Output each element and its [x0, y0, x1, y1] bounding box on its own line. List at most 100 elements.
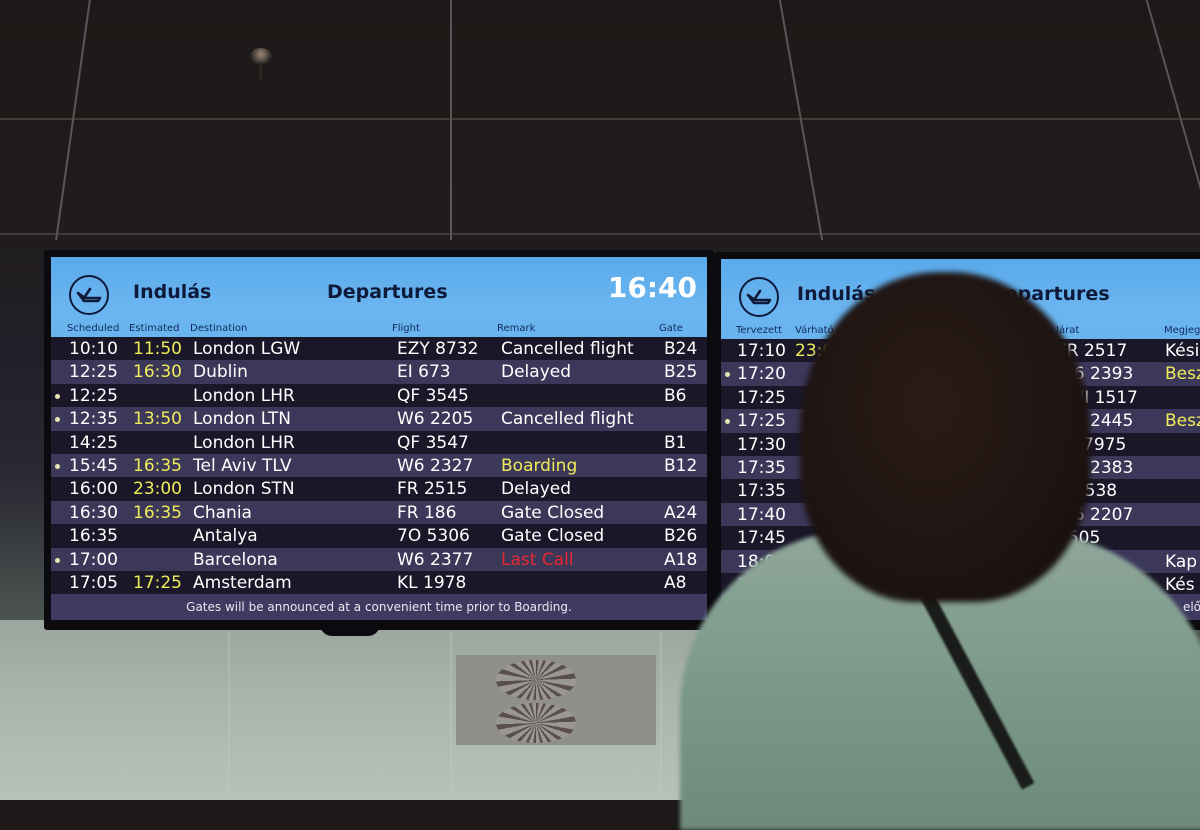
gate: B24 — [664, 339, 698, 359]
flight-number: W6 2377 — [397, 549, 474, 570]
col-estimated: Estimated — [129, 323, 180, 334]
destination: Chania — [193, 502, 252, 523]
scheduled-time: 12:25 — [69, 362, 118, 383]
remark: Kési — [1165, 341, 1200, 361]
air-vent — [456, 655, 656, 745]
ceiling-seam — [1145, 0, 1200, 240]
board-footer-notice: Gates will be announced at a convenient … — [51, 594, 707, 620]
status-dot-icon — [725, 372, 730, 378]
destination: Barcelona — [193, 549, 278, 570]
ceiling-seam — [450, 0, 452, 240]
estimated-time: 11:50 — [133, 339, 182, 359]
status-dot-icon — [55, 557, 60, 563]
gate: A24 — [664, 502, 698, 523]
flight-row: 15:45 16:35 Tel Aviv TLV W6 2327 Boarding B12 — [51, 453, 707, 478]
col-remark: Megjeg — [1164, 325, 1200, 336]
scheduled-time: 16:00 — [69, 479, 118, 500]
remark: Delayed — [501, 362, 572, 383]
departing-plane-icon — [739, 277, 779, 317]
destination: London LHR — [193, 432, 295, 453]
estimated-time: 16:30 — [133, 362, 182, 383]
flight-row: 16:35 Antalya 7O 5306 Gate Closed B26 — [51, 524, 707, 548]
scheduled-time: 10:10 — [69, 339, 118, 359]
destination: Dublin — [193, 362, 248, 383]
flight-row: 10:10 11:50 London LGW EZY 8732 Cancelled fl… — [51, 337, 707, 361]
scheduled-time: 16:30 — [69, 502, 118, 523]
scheduled-time: 17:25 — [737, 387, 786, 408]
estimated-time: 16:35 — [133, 502, 182, 523]
ceiling-seam — [778, 0, 824, 240]
remark: Kap — [1165, 551, 1198, 572]
scheduled-time: 12:35 — [69, 409, 118, 430]
flight-number: EI 673 — [397, 362, 451, 383]
destination: Antalya — [193, 526, 258, 547]
flight-number: KL 1978 — [397, 572, 467, 593]
scheduled-time: 17:05 — [69, 572, 118, 593]
flight-rows: 10:10 11:50 London LGW EZY 8732 Cancelled fl… — [51, 337, 707, 595]
destination: Amsterdam — [193, 572, 292, 593]
estimated-time: 17:25 — [133, 572, 182, 593]
ceiling-seam — [450, 630, 452, 800]
estimated-time: 13:50 — [133, 409, 182, 430]
col-destination: Destination — [190, 323, 248, 334]
scheduled-time: 17:40 — [737, 504, 786, 525]
scheduled-time: 17:45 — [737, 528, 786, 549]
remark: Gate Closed — [501, 526, 605, 547]
gate: B12 — [664, 455, 698, 476]
destination: London LGW — [193, 339, 301, 359]
col-remark: Remark — [497, 323, 536, 334]
gate: B26 — [664, 526, 698, 547]
flight-number: W6 2327 — [397, 455, 474, 476]
ceiling-seam — [0, 118, 1200, 120]
flight-number: EZY 8732 — [397, 339, 479, 359]
estimated-time: 16:35 — [133, 455, 182, 476]
flight-row: 12:25 London LHR QF 3545 B6 — [51, 383, 707, 408]
remark: Besz — [1165, 364, 1200, 385]
destination: London LTN — [193, 409, 291, 430]
destination: London STN — [193, 479, 295, 500]
gate: B1 — [664, 432, 687, 453]
remark: Cancelled flight — [501, 409, 634, 430]
scheduled-time: 17:30 — [737, 434, 786, 455]
status-dot-icon — [55, 463, 60, 469]
title-hungarian: Indulás — [133, 281, 212, 303]
gate: A18 — [664, 549, 698, 570]
remark: Kés — [1165, 574, 1195, 595]
scheduled-time: 17:00 — [69, 549, 118, 570]
ceiling-seam — [660, 630, 662, 800]
flight-number: W6 2205 — [397, 409, 474, 430]
flight-number: FR 186 — [397, 502, 457, 523]
status-dot-icon — [55, 417, 60, 423]
scheduled-time: 12:25 — [69, 385, 118, 406]
scheduled-time: 17:25 — [737, 411, 786, 432]
gate: B25 — [664, 362, 698, 383]
vent-diffuser — [496, 703, 576, 743]
remark: Delayed — [501, 479, 572, 500]
flight-number: 7O 5306 — [397, 526, 470, 547]
scheduled-time: 17:10 — [737, 341, 786, 361]
scheduled-time: 17:20 — [737, 364, 786, 385]
ceiling-seam — [0, 233, 1200, 235]
destination: Tel Aviv TLV — [193, 455, 292, 476]
board-screen: Indulás Departures 16:40 Scheduled Estim… — [51, 257, 707, 620]
destination: London LHR — [193, 385, 295, 406]
scheduled-time: 15:45 — [69, 455, 118, 476]
remark: Last Call — [501, 549, 574, 570]
ceiling-seam — [228, 630, 230, 800]
status-dot-icon — [725, 419, 730, 425]
scheduled-time: 17:35 — [737, 481, 786, 502]
ceiling-light-fixture — [250, 48, 272, 80]
departing-plane-icon — [69, 275, 109, 315]
col-flight: Flight — [392, 323, 420, 334]
departures-board-left: Indulás Departures 16:40 Scheduled Estim… — [44, 250, 714, 630]
flight-row: 17:00 Barcelona W6 2377 Last Call A18 — [51, 547, 707, 571]
flight-number: FR 2515 — [397, 479, 468, 500]
col-scheduled: Scheduled — [67, 323, 120, 334]
clock: 16:40 — [607, 271, 697, 304]
scheduled-time: 16:35 — [69, 526, 118, 547]
scheduled-time: 14:25 — [69, 432, 118, 453]
flight-row: 16:30 16:35 Chania FR 186 Gate Closed A24 — [51, 500, 707, 525]
title-english: Departures — [327, 281, 448, 303]
flight-number: QF 3547 — [397, 432, 469, 453]
remark: Gate Closed — [501, 502, 605, 523]
